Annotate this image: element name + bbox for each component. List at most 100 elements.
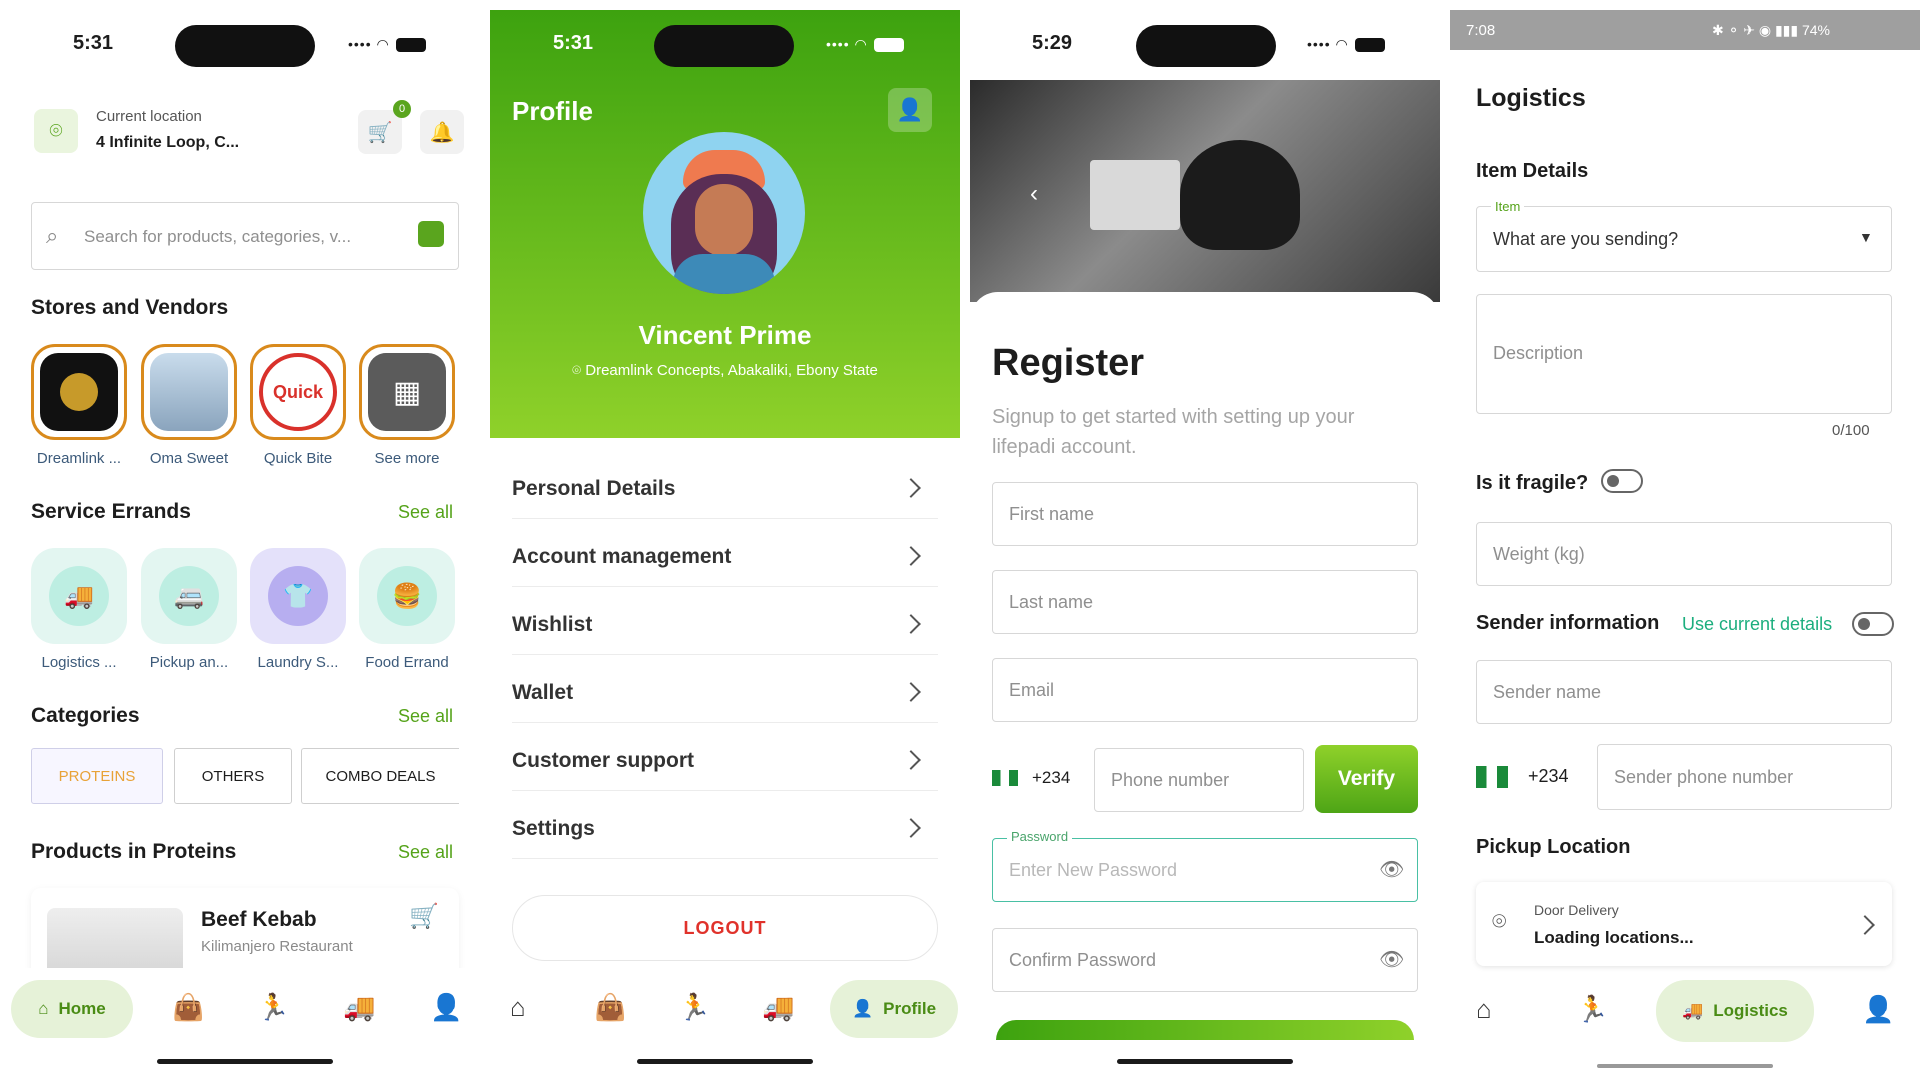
- nav-shop-icon[interactable]: 👜: [172, 992, 204, 1023]
- product-card[interactable]: Beef Kebab Kilimanjero Restaurant 🛒: [31, 888, 459, 980]
- errands-see-all[interactable]: See all: [398, 502, 453, 523]
- nav-home[interactable]: ⌂ Home: [11, 980, 133, 1038]
- food-icon: 🍔: [377, 566, 437, 626]
- password-field[interactable]: Password Enter New Password 👁: [992, 829, 1418, 902]
- register-title: Register: [992, 342, 1145, 384]
- nigeria-flag-icon: [1476, 766, 1508, 788]
- android-status-bar: 7:08 ✱ ⚬ ✈ ◉ ▮▮▮ 74%: [1450, 10, 1920, 50]
- store-see-more[interactable]: ▦: [359, 344, 455, 440]
- last-name-field[interactable]: Last name: [992, 570, 1418, 634]
- eye-icon[interactable]: 👁: [1379, 857, 1404, 882]
- eye-icon[interactable]: 👁: [1379, 947, 1404, 972]
- nav-home-label: Home: [58, 999, 106, 1018]
- nav-profile[interactable]: 👤 Profile: [830, 980, 958, 1038]
- store-quick-bite[interactable]: Quick: [250, 344, 346, 440]
- description-placeholder: Description: [1493, 343, 1584, 363]
- weight-field[interactable]: Weight (kg): [1476, 522, 1892, 586]
- oma-sweet-logo: [150, 353, 228, 431]
- password-label: Password: [1007, 829, 1073, 844]
- profile-address-text: Dreamlink Concepts, Abakaliki, Ebony Sta…: [585, 362, 878, 379]
- nav-errand-icon[interactable]: 🏃: [1576, 994, 1608, 1025]
- category-others[interactable]: OTHERS: [174, 748, 292, 804]
- profile-menu-item[interactable]: Wallet: [512, 659, 938, 723]
- use-current-details-toggle[interactable]: [1852, 612, 1894, 636]
- filter-icon[interactable]: [418, 221, 444, 247]
- errand-logistics[interactable]: 🚚: [31, 548, 127, 644]
- errand-pickup[interactable]: 🚐: [141, 548, 237, 644]
- category-combo-deals[interactable]: COMBO DEALS: [301, 748, 459, 804]
- nav-profile-icon[interactable]: 👤: [1862, 994, 1894, 1025]
- bottom-nav: ⌂ 👜 🏃 🚚 👤 Profile: [490, 968, 960, 1048]
- phone-placeholder: Phone number: [1111, 770, 1230, 790]
- location-value[interactable]: 4 Infinite Loop, C...: [96, 134, 239, 152]
- weight-placeholder: Weight (kg): [1493, 544, 1585, 564]
- errand-laundry[interactable]: 👕: [250, 548, 346, 644]
- email-field[interactable]: Email: [992, 658, 1418, 722]
- confirm-password-field[interactable]: Confirm Password 👁: [992, 928, 1418, 992]
- categories-see-all[interactable]: See all: [398, 706, 453, 727]
- search-placeholder: Search for products, categories, v...: [84, 227, 352, 246]
- product-vendor: Kilimanjero Restaurant: [201, 938, 353, 955]
- profile-menu-item[interactable]: Customer support: [512, 727, 938, 791]
- profile-menu-label: Account management: [512, 545, 732, 568]
- verify-button[interactable]: Verify: [1315, 745, 1418, 813]
- first-name-placeholder: First name: [1009, 504, 1095, 524]
- country-code[interactable]: +234: [1528, 766, 1569, 787]
- nav-home-icon[interactable]: ⌂: [1476, 994, 1492, 1025]
- status-time: 5:31: [73, 32, 114, 54]
- item-details-title: Item Details: [1476, 160, 1589, 182]
- item-select[interactable]: Item What are you sending? ▼: [1476, 199, 1892, 272]
- product-name: Beef Kebab: [201, 908, 317, 931]
- errand-food[interactable]: 🍔: [359, 548, 455, 644]
- edit-profile-icon[interactable]: 👤: [888, 88, 932, 132]
- nav-home-icon[interactable]: ⌂: [510, 992, 526, 1023]
- country-code[interactable]: +234: [1032, 768, 1070, 788]
- notification-button[interactable]: 🔔: [420, 110, 464, 154]
- cart-button[interactable]: 🛒: [358, 110, 402, 154]
- nav-logistics-label: Logistics: [1713, 1001, 1788, 1020]
- profile-menu-item[interactable]: Personal Details: [512, 455, 938, 519]
- nav-profile-icon[interactable]: 👤: [430, 992, 462, 1023]
- nav-profile-label: Profile: [883, 999, 937, 1018]
- products-see-all[interactable]: See all: [398, 842, 453, 863]
- nav-errand-icon[interactable]: 🏃: [678, 992, 710, 1023]
- chevron-right-icon: [1855, 915, 1875, 935]
- phone-field[interactable]: Phone number: [1094, 748, 1304, 812]
- nav-shop-icon[interactable]: 👜: [594, 992, 626, 1023]
- nav-logistics[interactable]: 🚚 Logistics: [1656, 980, 1814, 1042]
- sheet-top: [970, 292, 1440, 332]
- search-bar[interactable]: ⌕ Search for products, categories, v...: [31, 202, 459, 270]
- nav-delivery-icon[interactable]: 🚚: [762, 992, 794, 1023]
- category-proteins[interactable]: PROTEINS: [31, 748, 163, 804]
- profile-menu-item[interactable]: Account management: [512, 523, 938, 587]
- profile-menu-item[interactable]: Wishlist: [512, 591, 938, 655]
- sender-name-field[interactable]: Sender name: [1476, 660, 1892, 724]
- dynamic-island: [1136, 25, 1276, 67]
- pickup-location-card[interactable]: ⌾ Door Delivery Loading locations...: [1476, 882, 1892, 966]
- nav-delivery-icon[interactable]: 🚚: [343, 992, 375, 1023]
- location-pin-icon: ⌾: [572, 362, 586, 379]
- nav-errand-icon[interactable]: 🏃: [257, 992, 289, 1023]
- location-pin-icon: ⌾: [34, 109, 78, 153]
- store-dreamlink[interactable]: [31, 344, 127, 440]
- back-chevron-icon[interactable]: ‹: [1030, 180, 1038, 208]
- errands-title: Service Errands: [31, 500, 191, 523]
- fragile-toggle[interactable]: [1601, 469, 1643, 493]
- profile-menu-item[interactable]: Settings: [512, 795, 938, 859]
- search-icon: ⌕: [46, 223, 59, 248]
- errand-label-1: Logistics ...: [41, 654, 117, 671]
- description-field[interactable]: Description: [1476, 294, 1892, 414]
- store-label-3: Quick Bite: [263, 450, 333, 467]
- location-pin-icon: ⌾: [1492, 908, 1507, 935]
- sender-phone-field[interactable]: Sender phone number: [1597, 744, 1892, 810]
- store-label-1: Dreamlink ...: [36, 450, 122, 467]
- errand-label-2: Pickup an...: [149, 654, 229, 671]
- rider-silhouette: [1180, 140, 1300, 250]
- submit-button-edge[interactable]: [996, 1020, 1414, 1040]
- logout-button[interactable]: LOGOUT: [512, 895, 938, 961]
- add-to-cart-icon[interactable]: 🛒: [409, 902, 439, 931]
- cart-badge: 0: [393, 100, 411, 118]
- store-oma-sweet[interactable]: [141, 344, 237, 440]
- first-name-field[interactable]: First name: [992, 482, 1418, 546]
- delivery-box: [1090, 160, 1180, 230]
